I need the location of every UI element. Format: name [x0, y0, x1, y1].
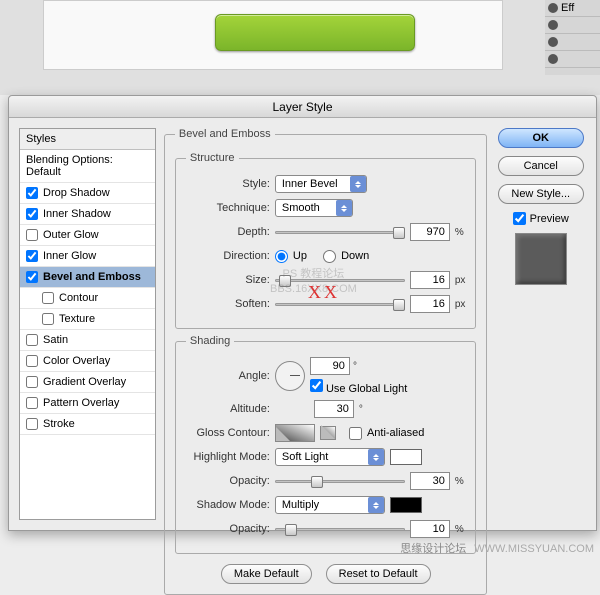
size-label: Size:: [186, 274, 270, 286]
size-input[interactable]: [410, 271, 450, 289]
settings-panel: Bevel and Emboss Structure Style: Inner …: [164, 128, 488, 520]
style-select[interactable]: Inner Bevel: [275, 175, 367, 193]
styles-list: Styles Blending Options: Default Drop Sh…: [19, 128, 156, 520]
altitude-label: Altitude:: [186, 403, 270, 415]
style-texture[interactable]: Texture: [20, 309, 155, 330]
shadow-mode-label: Shadow Mode:: [186, 499, 270, 511]
gloss-contour-dropdown[interactable]: [320, 426, 336, 440]
soften-slider[interactable]: [275, 297, 405, 311]
checkbox[interactable]: [26, 418, 38, 430]
highlight-color[interactable]: [390, 449, 422, 465]
angle-input[interactable]: [310, 357, 350, 375]
style-drop-shadow[interactable]: Drop Shadow: [20, 183, 155, 204]
highlight-opacity-input[interactable]: [410, 472, 450, 490]
dropdown-icon: [350, 176, 366, 192]
size-slider[interactable]: [275, 273, 405, 287]
structure-group: Structure Style: Inner Bevel Technique: …: [175, 152, 477, 329]
style-label: Style:: [186, 178, 270, 190]
style-contour[interactable]: Contour: [20, 288, 155, 309]
footer-watermark: 思缘设计论坛WWW.MISSYUAN.COM: [400, 540, 594, 556]
blending-options[interactable]: Blending Options: Default: [20, 150, 155, 183]
style-pattern-overlay[interactable]: Pattern Overlay: [20, 393, 155, 414]
make-default-button[interactable]: Make Default: [221, 564, 312, 584]
shadow-color[interactable]: [390, 497, 422, 513]
depth-slider[interactable]: [275, 225, 405, 239]
shading-legend: Shading: [186, 335, 234, 347]
checkbox[interactable]: [26, 208, 38, 220]
style-color-overlay[interactable]: Color Overlay: [20, 351, 155, 372]
dropdown-icon: [368, 497, 384, 513]
checkbox[interactable]: [26, 397, 38, 409]
style-inner-shadow[interactable]: Inner Shadow: [20, 204, 155, 225]
depth-label: Depth:: [186, 226, 270, 238]
soften-label: Soften:: [186, 298, 270, 310]
technique-select[interactable]: Smooth: [275, 199, 353, 217]
angle-dial[interactable]: [275, 361, 305, 391]
soften-input[interactable]: [410, 295, 450, 313]
dropdown-icon: [336, 200, 352, 216]
structure-legend: Structure: [186, 152, 239, 164]
preview-swatch: [515, 233, 567, 285]
green-button-graphic: [215, 14, 415, 51]
shadow-opacity-slider[interactable]: [275, 522, 405, 536]
cancel-button[interactable]: Cancel: [498, 156, 584, 176]
checkbox[interactable]: [42, 313, 54, 325]
bevel-emboss-group: Bevel and Emboss Structure Style: Inner …: [164, 128, 488, 595]
checkbox[interactable]: [42, 292, 54, 304]
checkbox[interactable]: [26, 250, 38, 262]
highlight-mode-select[interactable]: Soft Light: [275, 448, 385, 466]
depth-input[interactable]: [410, 223, 450, 241]
eye-icon: [548, 37, 558, 47]
style-stroke[interactable]: Stroke: [20, 414, 155, 435]
eye-icon: [548, 20, 558, 30]
shading-group: Shading Angle: ° Use Global Light: [175, 335, 477, 554]
style-gradient-overlay[interactable]: Gradient Overlay: [20, 372, 155, 393]
highlight-opacity-label: Opacity:: [186, 475, 270, 487]
altitude-input[interactable]: [314, 400, 354, 418]
bevel-emboss-legend: Bevel and Emboss: [175, 128, 275, 140]
angle-label: Angle:: [186, 370, 270, 382]
highlight-opacity-slider[interactable]: [275, 474, 405, 488]
style-inner-glow[interactable]: Inner Glow: [20, 246, 155, 267]
direction-label: Direction:: [186, 250, 270, 262]
shadow-opacity-label: Opacity:: [186, 523, 270, 535]
checkbox[interactable]: [26, 376, 38, 388]
dropdown-icon: [368, 449, 384, 465]
styles-header[interactable]: Styles: [20, 129, 155, 150]
new-style-button[interactable]: New Style...: [498, 184, 584, 204]
layer-style-dialog: Layer Style Styles Blending Options: Def…: [8, 95, 597, 531]
preview-check[interactable]: [513, 212, 526, 225]
checkbox[interactable]: [26, 187, 38, 199]
dialog-title: Layer Style: [9, 96, 596, 118]
checkbox[interactable]: [26, 355, 38, 367]
ok-button[interactable]: OK: [498, 128, 584, 148]
checkbox[interactable]: [26, 271, 38, 283]
style-outer-glow[interactable]: Outer Glow: [20, 225, 155, 246]
style-satin[interactable]: Satin: [20, 330, 155, 351]
layers-panel-fragment: Eff: [545, 0, 600, 75]
direction-down-radio[interactable]: [323, 250, 336, 263]
shadow-opacity-input[interactable]: [410, 520, 450, 538]
antialiased-check[interactable]: [349, 427, 362, 440]
style-bevel-emboss[interactable]: Bevel and Emboss: [20, 267, 155, 288]
global-light-check[interactable]: [310, 379, 323, 392]
eye-icon: [548, 54, 558, 64]
highlight-mode-label: Highlight Mode:: [186, 451, 270, 463]
direction-up-radio[interactable]: [275, 250, 288, 263]
dialog-buttons: OK Cancel New Style... Preview: [495, 128, 586, 520]
shadow-mode-select[interactable]: Multiply: [275, 496, 385, 514]
gloss-contour-picker[interactable]: [275, 424, 315, 442]
preview-label: Preview: [530, 213, 569, 225]
checkbox[interactable]: [26, 334, 38, 346]
technique-label: Technique:: [186, 202, 270, 214]
eye-icon: [548, 3, 558, 13]
gloss-contour-label: Gloss Contour:: [186, 427, 270, 439]
effects-label: Eff: [561, 2, 574, 14]
reset-default-button[interactable]: Reset to Default: [326, 564, 431, 584]
canvas-background: Eff: [0, 0, 600, 95]
checkbox[interactable]: [26, 229, 38, 241]
